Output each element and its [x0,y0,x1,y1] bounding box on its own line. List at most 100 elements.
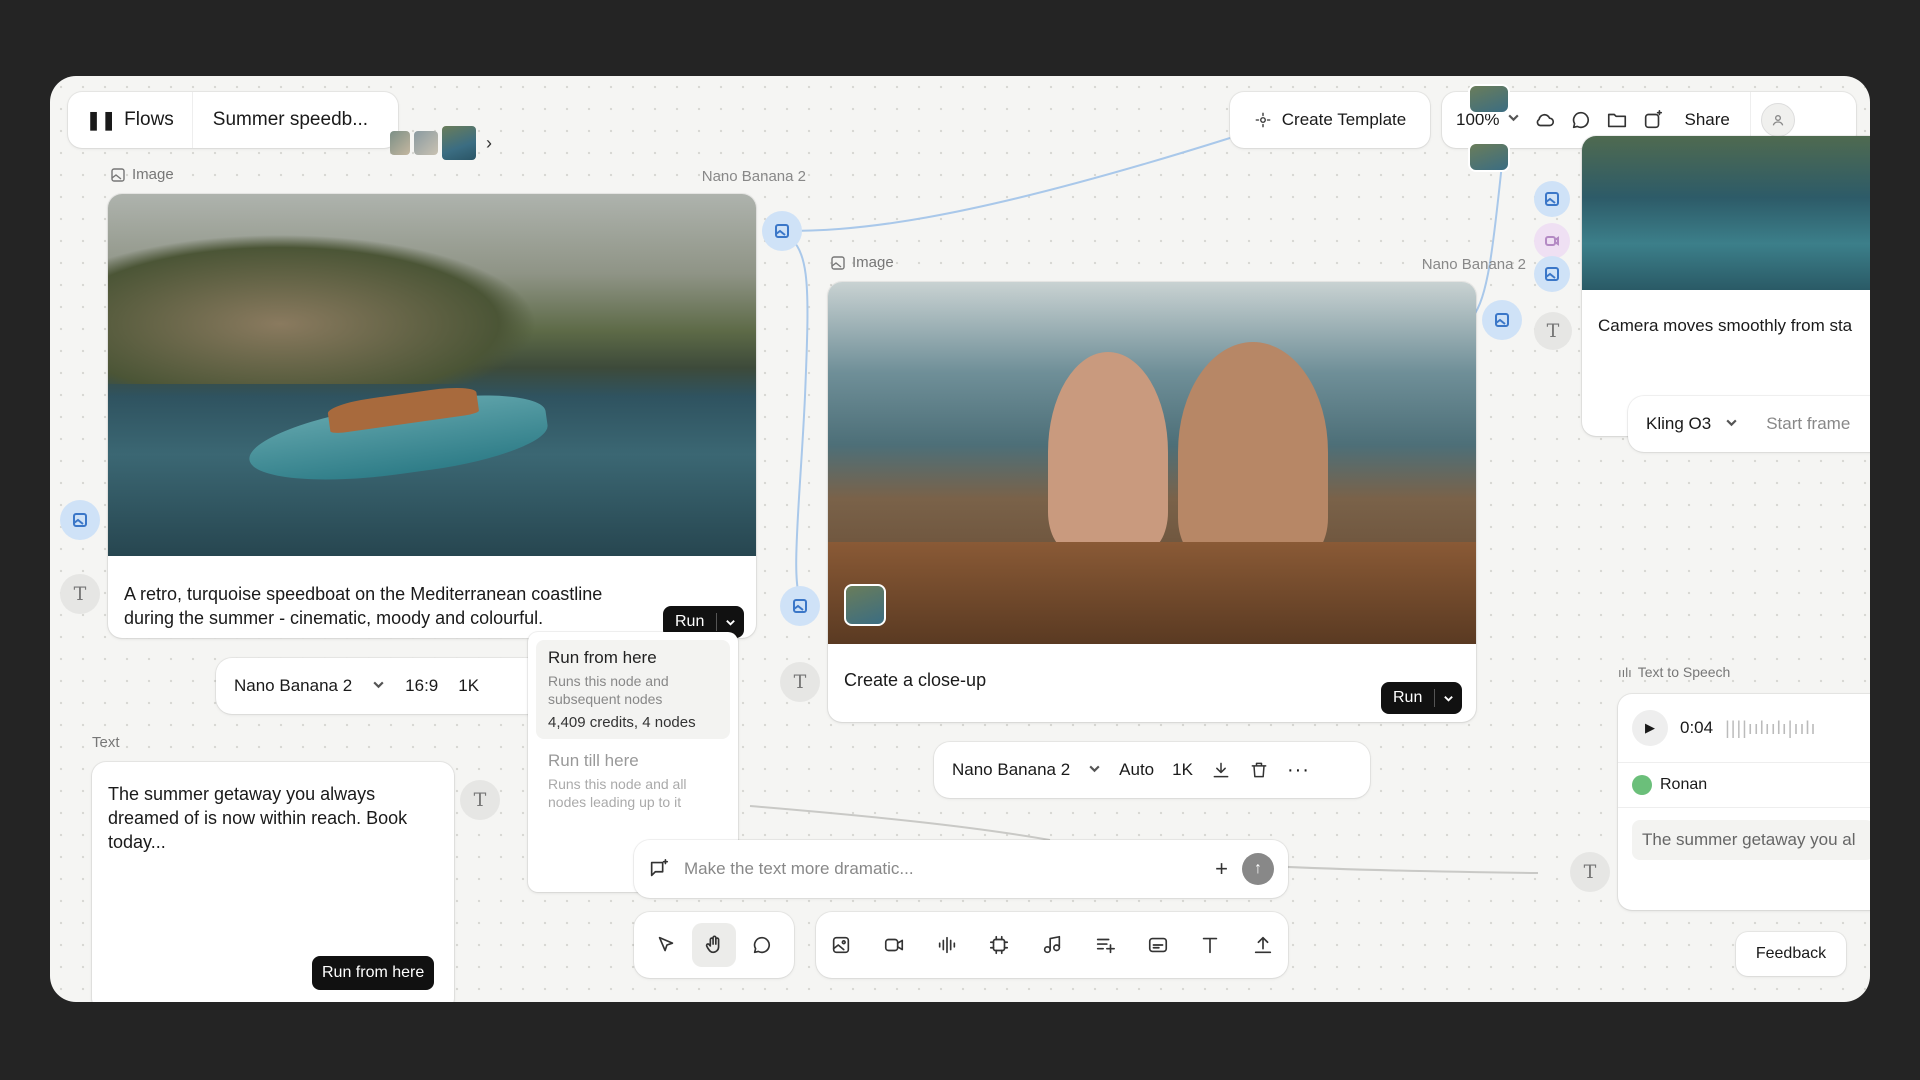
model-select[interactable]: Nano Banana 2 [952,760,1070,780]
aspect-ratio-select[interactable]: Auto [1119,760,1154,780]
node-tools [816,912,1288,978]
thumbnail[interactable] [390,131,410,155]
node1-image[interactable] [108,194,756,556]
video-frame-thumbnail[interactable] [1468,84,1510,114]
cloud-icon[interactable] [1534,109,1556,131]
thumbnail[interactable] [442,126,476,160]
chevron-down-icon[interactable] [1434,689,1462,707]
video-node-card[interactable]: Camera moves smoothly from sta [1582,136,1870,436]
resolution-select[interactable]: 1K [458,676,479,696]
node2-text-port[interactable]: T [780,662,820,702]
run-till-here-desc: Runs this node and all nodes leading up … [548,776,687,810]
chevron-down-icon[interactable] [1088,760,1101,780]
node2-output-port[interactable] [1482,300,1522,340]
canvas[interactable]: ❚❚ Flows Summer speedb... › Create Templ… [50,76,1870,1002]
folder-icon[interactable] [1606,109,1628,131]
run-from-here-item[interactable]: Run from here Runs this node and subsequ… [536,640,730,739]
node2-run-button[interactable]: Run [1381,682,1463,714]
node1-prompt[interactable]: A retro, turquoise speedboat on the Medi… [124,582,644,630]
share-button[interactable]: Share [1678,110,1735,130]
model-select[interactable]: Nano Banana 2 [234,676,352,696]
text-node-body[interactable]: The summer getaway you always dreamed of… [108,782,428,854]
node1-output-port[interactable] [762,211,802,251]
audio-waveform[interactable]: ||||ıılıılı|ıılı [1725,718,1816,739]
chevron-down-icon [1507,111,1520,129]
flow-title-bar: ❚❚ Flows Summer speedb... [68,92,398,148]
video-input-port[interactable] [1534,181,1570,217]
text-node-header: Text [92,734,120,751]
tts-input-port[interactable]: T [1570,852,1610,892]
video-frame-thumbnail[interactable] [1468,142,1510,172]
feedback-button[interactable]: Feedback [1736,932,1846,976]
pointer-tool-icon[interactable] [644,923,688,967]
template-icon [1254,111,1272,129]
image-node-icon[interactable] [830,934,852,956]
flow-title[interactable]: Summer speedb... [193,109,388,131]
hand-tool-icon[interactable] [692,923,736,967]
prompt-input[interactable]: Make the text more dramatic... [684,859,1201,879]
create-template-label: Create Template [1281,110,1407,129]
comment-tool-icon[interactable] [740,923,784,967]
sparkle-icon[interactable] [1642,109,1664,131]
play-button[interactable]: ▶ [1632,710,1668,746]
video-preview[interactable] [1582,136,1870,290]
create-template-button[interactable]: Create Template [1230,92,1430,148]
image-icon [1545,267,1559,281]
caption-node-icon[interactable] [1147,934,1169,956]
audio-node-icon[interactable] [936,934,958,956]
video-model-select[interactable]: Kling O3 [1646,414,1711,434]
flows-menu[interactable]: ❚❚ Flows [68,92,193,148]
node1-text-port[interactable]: T [60,574,100,614]
flows-label: Flows [124,109,174,130]
node2-card[interactable]: Create a close-up Run [828,282,1476,722]
video-text-port[interactable]: T [1534,312,1572,350]
image-icon [73,513,87,527]
text-node-card[interactable]: The summer getaway you always dreamed of… [92,762,454,1002]
avatar[interactable] [1760,103,1795,137]
video-image-port[interactable] [1534,256,1570,292]
aspect-ratio-select[interactable]: 16:9 [405,676,438,696]
voice-avatar [1632,775,1652,795]
resolution-select[interactable]: 1K [1172,760,1193,780]
chevron-down-icon[interactable] [1725,414,1738,434]
node2-input-port[interactable] [780,586,820,626]
thumbnail[interactable] [414,131,438,155]
image-icon [1495,313,1509,327]
node2-prompt[interactable]: Create a close-up [844,668,986,692]
settings-node-icon[interactable] [988,934,1010,956]
run-from-here-button[interactable]: Run from here [312,956,435,990]
upload-icon[interactable] [1252,934,1274,956]
chevron-down-icon[interactable] [372,676,385,696]
node2-header-label: Image [852,254,894,271]
node2-image[interactable] [828,282,1476,644]
run-till-here-item[interactable]: Run till here Runs this node and all nod… [536,739,730,823]
thumbnail-strip[interactable]: › [390,126,492,160]
video-icon [1545,236,1559,246]
comment-icon[interactable] [1570,109,1592,131]
download-icon[interactable] [1211,760,1231,780]
video-prompt[interactable]: Camera moves smoothly from sta [1598,316,1852,336]
trash-icon[interactable] [1249,760,1269,780]
voice-select[interactable]: Ronan [1618,763,1870,808]
image-icon [1545,192,1559,206]
reference-thumbnail[interactable] [844,584,886,626]
more-options-icon[interactable]: ··· [1287,759,1310,782]
node1-input-port[interactable] [60,500,100,540]
plus-icon[interactable]: + [1215,856,1228,882]
run-label: Run [675,613,705,630]
chevron-down-icon[interactable] [716,613,744,631]
text-node-output-port[interactable]: T [460,780,500,820]
music-node-icon[interactable] [1041,934,1063,956]
node2-header: Image [830,254,894,271]
text-node-icon[interactable] [1199,934,1221,956]
start-frame-select[interactable]: Start frame [1766,414,1850,434]
run-label: Run [1393,689,1423,706]
node1-card[interactable]: A retro, turquoise speedboat on the Medi… [108,194,756,638]
tts-node-card[interactable]: ▶ 0:04 ||||ıılıılı|ıılı Ronan The summer… [1618,694,1870,910]
chevron-right-icon[interactable]: › [486,133,492,154]
text-ai-node-icon[interactable] [1094,934,1116,956]
video-audio-port[interactable] [1534,223,1570,259]
send-button[interactable]: ↑ [1242,853,1274,885]
video-node-icon[interactable] [883,934,905,956]
tts-text[interactable]: The summer getaway you al [1632,820,1870,860]
